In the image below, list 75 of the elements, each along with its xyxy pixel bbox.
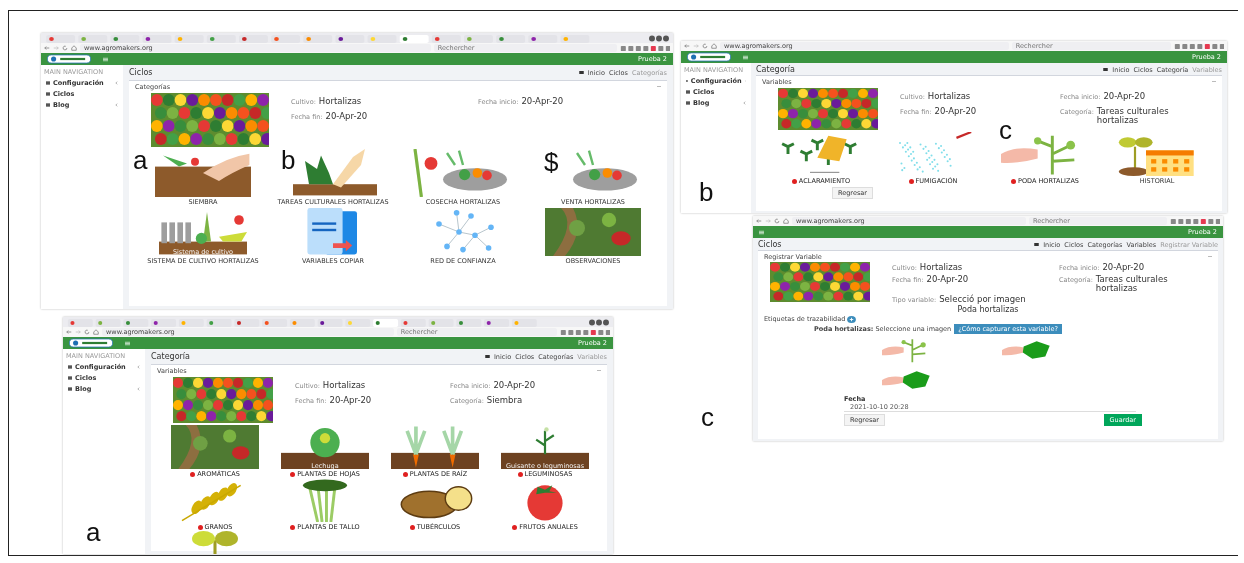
menu-icon[interactable] — [743, 54, 748, 60]
panel-letter: b — [281, 147, 296, 173]
field-value: 20-Apr-20 — [926, 275, 969, 284]
caret-icon[interactable] — [137, 387, 140, 391]
home-icon[interactable] — [93, 329, 99, 335]
dashboard-icon — [578, 71, 584, 74]
menu-item-icon — [686, 101, 690, 105]
window-controls-icon[interactable] — [648, 34, 670, 42]
logo-drawing[interactable] — [687, 52, 731, 62]
menu-icon[interactable] — [103, 56, 108, 62]
page-title: Categoría — [756, 65, 795, 74]
back-arrow-icon[interactable] — [44, 45, 50, 51]
field-value: 20-Apr-20 — [493, 381, 536, 390]
panel-letter: $ — [544, 149, 559, 175]
menu-icon[interactable] — [125, 340, 130, 346]
field-value: Siembra — [486, 396, 523, 405]
reload-icon[interactable] — [62, 45, 68, 51]
logo-drawing[interactable] — [69, 338, 113, 348]
menu-item-icon — [46, 81, 50, 85]
toolbar-icons[interactable] — [620, 44, 670, 52]
field-value: 20-Apr-20 — [329, 396, 372, 405]
window-controls-icon[interactable] — [588, 318, 610, 326]
forward-arrow-icon[interactable] — [75, 329, 81, 335]
toolbar-icons[interactable] — [1170, 217, 1220, 225]
back-arrow-icon[interactable] — [684, 43, 690, 49]
menu-item-icon — [68, 365, 72, 369]
menu-item-icon — [46, 92, 50, 96]
add-button[interactable] — [847, 315, 857, 323]
field-value: Hortalizas — [927, 92, 971, 101]
field-value: 20-Apr-20 — [934, 107, 977, 116]
field-value: Hortalizas — [318, 97, 362, 106]
back-arrow-icon[interactable] — [756, 218, 762, 224]
field-value: 20-Apr-20 — [1102, 263, 1145, 272]
field-value: Tareas culturales hortalizas — [1095, 275, 1169, 292]
menu-item-icon — [686, 90, 690, 94]
field-value: Hortalizas — [322, 381, 366, 390]
field-value: Selecció por imagen — [939, 295, 1026, 304]
field-value: Hortalizas — [919, 263, 963, 272]
panel-letter: b — [699, 179, 714, 205]
field-value: 20-Apr-20 — [521, 97, 564, 106]
dashboard-icon — [484, 355, 490, 358]
panel-letter: c — [999, 117, 1012, 143]
panel-letter: a — [133, 147, 148, 173]
page-title: Categoría — [151, 352, 190, 361]
panel-letter: a — [86, 519, 101, 545]
page-title: Ciclos — [129, 68, 153, 77]
forward-arrow-icon[interactable] — [765, 218, 771, 224]
home-icon[interactable] — [711, 43, 717, 49]
home-icon[interactable] — [71, 45, 77, 51]
variable-title: Poda hortalizas — [956, 305, 1020, 314]
menu-icon[interactable] — [759, 229, 764, 235]
caret-icon[interactable] — [137, 365, 140, 369]
panel-letter: c — [701, 404, 714, 430]
toolbar-icons[interactable] — [560, 328, 610, 336]
page-title: Ciclos — [758, 240, 782, 249]
reload-icon[interactable] — [84, 329, 90, 335]
logo-drawing[interactable] — [47, 54, 91, 64]
menu-item-icon — [46, 103, 50, 107]
forward-arrow-icon[interactable] — [53, 45, 59, 51]
home-icon[interactable] — [783, 218, 789, 224]
reload-icon[interactable] — [702, 43, 708, 49]
field-value: 20-Apr-20 — [325, 112, 368, 121]
toolbar-icons[interactable] — [1174, 42, 1224, 50]
forward-arrow-icon[interactable] — [693, 43, 699, 49]
reload-icon[interactable] — [774, 218, 780, 224]
field-value: Tareas culturales hortalizas — [1096, 107, 1170, 124]
dashboard-icon — [1034, 243, 1040, 246]
menu-item-icon — [68, 387, 72, 391]
menu-item-icon — [68, 376, 72, 380]
field-value: 20-Apr-20 — [1103, 92, 1146, 101]
back-arrow-icon[interactable] — [66, 329, 72, 335]
caret-icon[interactable] — [743, 101, 746, 105]
caret-icon[interactable] — [115, 103, 118, 107]
caret-icon[interactable] — [115, 81, 118, 85]
dashboard-icon — [1103, 68, 1109, 71]
